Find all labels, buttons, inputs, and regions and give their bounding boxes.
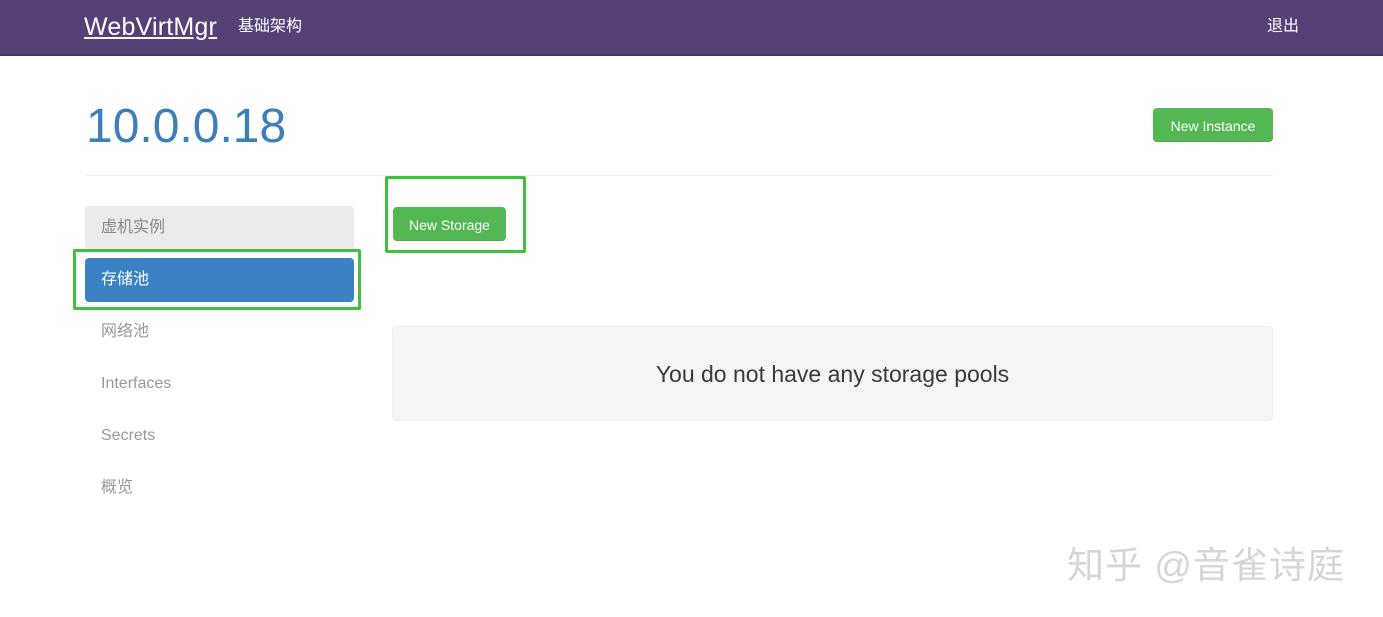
- sidebar-spacer: [85, 354, 354, 362]
- sidebar-item-secrets[interactable]: Secrets: [85, 414, 354, 458]
- sidebar-item-overview[interactable]: 概览: [85, 466, 354, 510]
- nav-link-infrastructure[interactable]: 基础架构: [238, 14, 302, 40]
- nav-item-infrastructure[interactable]: 基础架构: [238, 14, 302, 40]
- new-storage-button[interactable]: New Storage: [393, 207, 506, 241]
- top-navbar: WebVirtMgr 基础架构 退出: [0, 0, 1383, 56]
- sidebar-spacer: [85, 302, 354, 310]
- sidebar-spacer: [85, 250, 354, 258]
- sidebar-link-overview[interactable]: 概览: [85, 466, 354, 510]
- sidebar-spacer: [85, 406, 354, 414]
- watermark: 知乎 @音雀诗庭: [1067, 545, 1345, 586]
- page-header: 10.0.0.18 New Instance: [86, 98, 1273, 168]
- sidebar-link-instances[interactable]: 虚机实例: [85, 206, 354, 250]
- navbar-inner: WebVirtMgr 基础架构 退出: [0, 0, 1383, 54]
- sidebar-link-interfaces[interactable]: Interfaces: [85, 362, 354, 406]
- storage-pools-empty-panel: You do not have any storage pools: [392, 326, 1273, 421]
- brand-logo[interactable]: WebVirtMgr: [84, 11, 217, 43]
- sidebar-nav: 虚机实例 存储池 网络池 Interfaces Secrets 概览: [85, 206, 354, 510]
- empty-state-message: You do not have any storage pools: [655, 360, 1010, 387]
- sidebar-link-network-pools[interactable]: 网络池: [85, 310, 354, 354]
- new-instance-button[interactable]: New Instance: [1153, 108, 1273, 142]
- nav-link-logout[interactable]: 退出: [1267, 14, 1299, 40]
- sidebar-item-storage-pools[interactable]: 存储池: [85, 258, 354, 302]
- navbar-menu: 基础架构: [238, 14, 328, 40]
- page-title: 10.0.0.18: [86, 100, 287, 153]
- sidebar-link-storage-pools[interactable]: 存储池: [85, 258, 354, 302]
- navbar-menu-right: 退出: [1267, 14, 1299, 40]
- sidebar-item-instances[interactable]: 虚机实例: [85, 206, 354, 250]
- nav-item-logout[interactable]: 退出: [1267, 14, 1299, 40]
- sidebar-item-interfaces[interactable]: Interfaces: [85, 362, 354, 406]
- sidebar-spacer: [85, 458, 354, 466]
- sidebar-link-secrets[interactable]: Secrets: [85, 414, 354, 458]
- header-divider: [86, 175, 1273, 176]
- sidebar-item-network-pools[interactable]: 网络池: [85, 310, 354, 354]
